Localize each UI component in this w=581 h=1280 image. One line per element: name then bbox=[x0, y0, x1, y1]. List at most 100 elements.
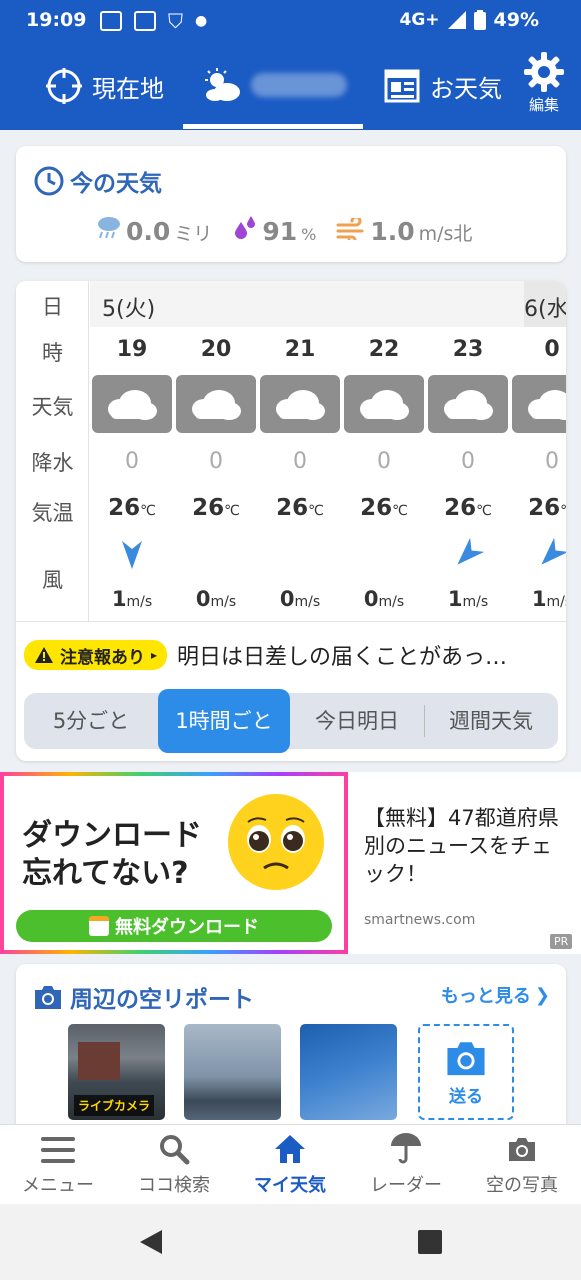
warning-icon bbox=[35, 647, 53, 663]
label-weather: 天気 bbox=[31, 395, 74, 419]
wind-number: 0 bbox=[363, 587, 379, 611]
precip-value: 0 bbox=[125, 449, 139, 474]
wind-unit: m/s bbox=[462, 594, 489, 610]
status-time: 19:09 bbox=[26, 9, 87, 31]
bottom-nav: メニュー ココ検索 マイ天気 レーダー 空の写真 bbox=[0, 1124, 581, 1204]
temperature-value: 26℃ bbox=[510, 495, 566, 521]
nav-my-weather-label: マイ天気 bbox=[254, 1175, 326, 1196]
alert-row[interactable]: 注意報あり ▸ 明日は日差しの届くことがあっ… bbox=[24, 637, 559, 673]
precip-value: 0 bbox=[377, 449, 391, 474]
nav-radar[interactable]: レーダー bbox=[348, 1125, 464, 1205]
nav-my-weather[interactable]: マイ天気 bbox=[232, 1125, 348, 1205]
camera-icon bbox=[447, 1042, 485, 1076]
cloud-icon bbox=[360, 390, 409, 420]
ad-image-frame[interactable]: ダウンロード 忘れてない? 無料ダウンロード bbox=[0, 772, 348, 954]
temp-unit: ℃ bbox=[140, 503, 156, 519]
temperature-value: 26℃ bbox=[174, 495, 258, 521]
day-row: 5(火) 6(水 bbox=[90, 281, 566, 327]
cloud-icon bbox=[276, 390, 325, 420]
send-photo-button[interactable]: 送る bbox=[418, 1024, 514, 1120]
current-location-tab[interactable]: 現在地 bbox=[46, 68, 164, 104]
status-bar: 19:09 ⛉ ● 4G+ 49% bbox=[0, 0, 581, 40]
humidity-drops-icon bbox=[235, 216, 256, 239]
temp-number: 26 bbox=[528, 495, 561, 521]
wind-direction-arrow-icon bbox=[457, 537, 485, 565]
label-day: 日 bbox=[42, 295, 63, 319]
ad-title[interactable]: 【無料】47都道府県別のニュースをチェック！ bbox=[364, 804, 564, 888]
label-hour: 時 bbox=[42, 341, 63, 365]
battery-percent: 49% bbox=[493, 9, 539, 31]
nav-menu[interactable]: メニュー bbox=[0, 1125, 116, 1205]
segment-today-tomorrow[interactable]: 今日明日 bbox=[290, 693, 424, 749]
current-weather-card[interactable]: 今の天気 0.0 ミリ 91 % 1.0 m/s北 bbox=[16, 146, 566, 262]
dot-icon: ● bbox=[195, 13, 208, 29]
sky-report-card: 周辺の空リポート もっと見る ❯ ライブカメラ 送る bbox=[16, 964, 566, 1144]
nav-menu-label: メニュー bbox=[22, 1175, 94, 1196]
segment-hourly[interactable]: 1時間ごと bbox=[158, 689, 290, 753]
wind-number: 1 bbox=[111, 587, 127, 611]
weather-cell bbox=[512, 375, 566, 433]
live-camera-building bbox=[78, 1042, 120, 1080]
location-name-blurred bbox=[251, 73, 347, 97]
sky-photo-2[interactable] bbox=[184, 1024, 281, 1120]
temperature-value: 26℃ bbox=[90, 495, 174, 521]
segment-weekly[interactable]: 週間天気 bbox=[424, 693, 558, 749]
newspaper-icon bbox=[384, 69, 420, 103]
wind-speed-value: 0m/s bbox=[342, 587, 426, 611]
top-nav: 現在地 お天気 編集 bbox=[0, 40, 581, 130]
cloud-icon bbox=[192, 390, 241, 420]
ad-banner[interactable]: ダウンロード 忘れてない? 無料ダウンロード 【無料】47都道府県別のニュースを… bbox=[0, 772, 581, 954]
precip-value: 0 bbox=[293, 449, 307, 474]
camera-icon bbox=[35, 986, 61, 1009]
humidity-group: 91 % bbox=[232, 216, 316, 246]
edit-label: 編集 bbox=[528, 96, 559, 114]
recents-icon[interactable] bbox=[418, 1230, 442, 1254]
system-nav-bar bbox=[0, 1204, 581, 1280]
ad-download-button[interactable]: 無料ダウンロード bbox=[16, 910, 332, 942]
temp-unit: ℃ bbox=[560, 503, 566, 519]
wind-speed-value: 0m/s bbox=[174, 587, 258, 611]
wind-direction-arrow-icon bbox=[122, 541, 142, 569]
label-wind: 風 bbox=[42, 568, 63, 592]
back-icon[interactable] bbox=[138, 1228, 164, 1256]
temp-unit: ℃ bbox=[476, 503, 492, 519]
camera-icon bbox=[509, 1138, 535, 1161]
alert-divider bbox=[16, 621, 566, 622]
weather-cell bbox=[260, 375, 340, 433]
wind-unit: m/s bbox=[546, 594, 566, 610]
wind-direction-arrow-icon bbox=[541, 537, 566, 565]
wind-number: 0 bbox=[195, 587, 211, 611]
notification-icons: ⛉ ● bbox=[100, 9, 207, 33]
segment-5min[interactable]: 5分ごと bbox=[24, 693, 158, 749]
sky-report-title-text: 周辺の空リポート bbox=[70, 987, 254, 1013]
alert-badge[interactable]: 注意報あり ▸ bbox=[24, 640, 168, 670]
sky-report-title: 周辺の空リポート bbox=[32, 980, 254, 1014]
hour-label: 0 bbox=[544, 337, 560, 362]
ad-pr-badge: PR bbox=[550, 934, 573, 949]
ad-headline-2: 忘れてない? bbox=[22, 856, 189, 891]
battery-icon bbox=[473, 10, 486, 30]
wind-group: 1.0 m/s北 bbox=[336, 217, 472, 246]
nav-sky-photos[interactable]: 空の写真 bbox=[464, 1125, 580, 1205]
see-more-link[interactable]: もっと見る ❯ bbox=[441, 982, 550, 1008]
search-icon bbox=[160, 1135, 190, 1165]
hour-label: 22 bbox=[368, 337, 400, 362]
edit-button[interactable]: 編集 bbox=[522, 52, 566, 115]
day-current: 5(火) bbox=[102, 297, 156, 322]
my-location-tab[interactable] bbox=[203, 68, 347, 102]
current-weather-values: 0.0 ミリ 91 % 1.0 m/s北 bbox=[94, 214, 472, 246]
wind-unit: m/s bbox=[378, 594, 405, 610]
wind-unit: m/s北 bbox=[418, 223, 473, 245]
shield-icon: ⛉ bbox=[168, 9, 183, 33]
ad-domain: smartnews.com bbox=[364, 912, 476, 928]
forecast-tab[interactable]: お天気 bbox=[384, 68, 502, 104]
sky-photo-live-camera[interactable]: ライブカメラ bbox=[68, 1024, 165, 1120]
sky-photo-3[interactable] bbox=[300, 1024, 397, 1120]
nav-search[interactable]: ココ検索 bbox=[116, 1125, 232, 1205]
temp-number: 26 bbox=[360, 495, 393, 521]
forecast-label: お天気 bbox=[430, 74, 502, 103]
cloud-icon bbox=[108, 390, 157, 420]
alert-text[interactable]: 明日は日差しの届くことがあっ… bbox=[177, 639, 507, 671]
see-more-label: もっと見る bbox=[440, 986, 531, 1007]
temperature-value: 26℃ bbox=[342, 495, 426, 521]
